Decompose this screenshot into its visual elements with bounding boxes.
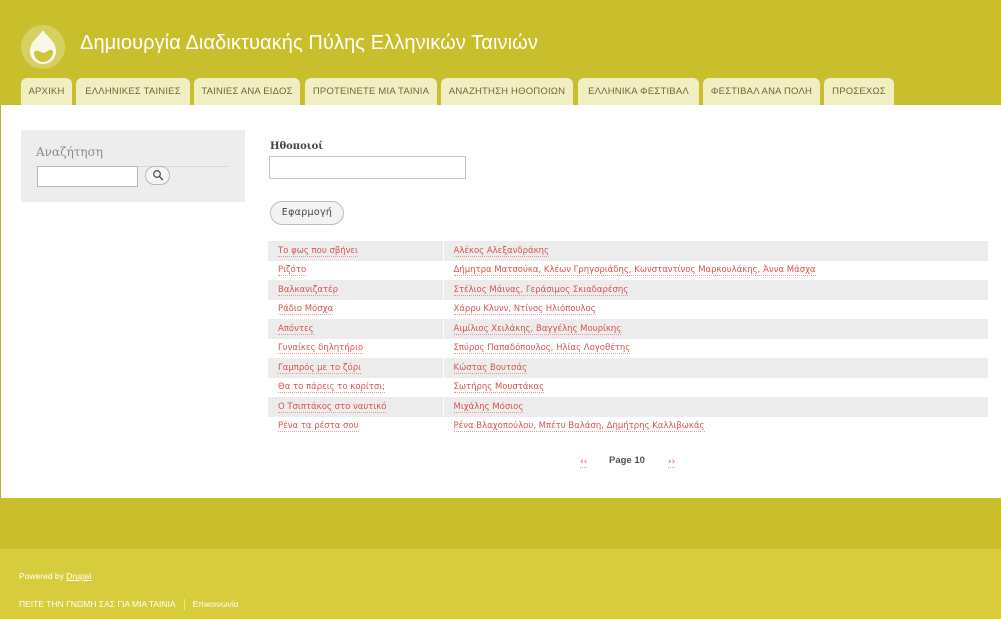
pager-next-link[interactable]: ›› <box>668 457 676 468</box>
pager-current-page: Page 10 <box>609 455 645 466</box>
movie-title-cell: Απόντες <box>268 319 443 339</box>
site-header: Δημιουργία Διαδικτυακής Πύλης Ελληνικών … <box>0 0 1001 105</box>
movie-title-link[interactable]: Ράδιο Μόσχα <box>278 304 334 316</box>
actors-link[interactable]: Στέλιος Μάινας, Γεράσιμος Σκιαδαρέσης <box>453 284 629 296</box>
search-icon <box>153 170 164 181</box>
footer-band <box>0 498 1001 549</box>
actors-filter-input[interactable] <box>269 156 466 179</box>
actors-cell: Αιμίλιος Χειλάκης, Βαγγέλης Μουρίκης <box>442 319 988 339</box>
movie-title-link[interactable]: Ο Τσιπτάκος στο ναυτικό <box>278 401 387 413</box>
footer-links: ΠΕΙΤΕ ΤΗΝ ΓΝΩΜΗ ΣΑΣ ΓΙΑ ΜΙΑ ΤΑΙΝΙΑ Επικοι… <box>19 599 239 611</box>
tab-home[interactable]: ΑΡΧΙΚΗ <box>21 78 72 105</box>
actors-cell: Χάρρυ Κλυνν, Ντίνος Ηλιόπουλος <box>442 299 988 319</box>
table-row: Θα το πάρεις το κορίτσι; Σωτήρης Μουστάκα… <box>268 377 988 397</box>
table-row: Απόντες Αιμίλιος Χειλάκης, Βαγγέλης Μουρί… <box>268 319 988 339</box>
actors-cell: Δήμητρα Ματσούκα, Κλέων Γρηγοριάδης, Κων… <box>442 260 988 280</box>
tab-greek-movies[interactable]: ΕΛΛΗΝΙΚΕΣ ΤΑΙΝΙΕΣ <box>76 78 190 105</box>
actors-cell: Αλέκος Αλεξανδράκης <box>442 241 988 261</box>
table-row: Ράδιο Μόσχα Χάρρυ Κλυνν, Ντίνος Ηλιόπουλο… <box>268 299 988 319</box>
powered-by: Powered by Drupal <box>19 571 91 581</box>
tab-festivals-by-city[interactable]: ΦΕΣΤΙΒΑΛ ΑΝΑ ΠΟΛΗ <box>703 78 820 105</box>
actors-cell: Μιχάλης Μόσιος <box>442 397 988 417</box>
actors-cell: Κώστας Βουτσάς <box>442 358 988 378</box>
tab-coming-soon[interactable]: ΠΡΟΣΕΧΩΣ <box>824 78 894 105</box>
drupal-drop-icon[interactable] <box>20 24 66 70</box>
movie-title-link[interactable]: Το φως που σβήνει <box>278 245 358 257</box>
results-table: Το φως που σβήνει Αλέκος Αλεξανδράκης Ριζό… <box>268 241 988 436</box>
table-row: Ο Τσιπτάκος στο ναυτικό Μιχάλης Μόσιος <box>268 397 988 417</box>
search-button[interactable] <box>145 166 170 185</box>
movie-title-link[interactable]: Θα το πάρεις το κορίτσι; <box>278 382 386 394</box>
movie-title-link[interactable]: Βαλκανιζατέρ <box>278 284 339 296</box>
tab-movies-by-genre[interactable]: ΤΑΙΝΙΕΣ ΑΝΑ ΕΙΔΟΣ <box>194 78 300 105</box>
table-row: Ρένα τα ρέστα σου Ρένα Βλαχοπούλου, Μπέτυ… <box>268 416 988 436</box>
actors-link[interactable]: Αιμίλιος Χειλάκης, Βαγγέλης Μουρίκης <box>453 323 622 335</box>
search-block: Αναζήτηση <box>21 130 245 202</box>
movie-title-cell: Ριζότο <box>268 260 443 280</box>
table-row: Γαμπρός με το ζόρι Κώστας Βουτσάς <box>268 358 988 378</box>
actors-link[interactable]: Κώστας Βουτσάς <box>453 362 528 374</box>
pager-previous-link[interactable]: ‹‹ <box>580 457 588 468</box>
actors-link[interactable]: Αλέκος Αλεξανδράκης <box>453 245 549 257</box>
table-row: Βαλκανιζατέρ Στέλιος Μάινας, Γεράσιμος Σκ… <box>268 280 988 300</box>
actors-cell: Σπύρος Παπαδόπουλος, Ηλίας Λογοθέτης <box>442 338 988 358</box>
actors-link[interactable]: Χάρρυ Κλυνν, Ντίνος Ηλιόπουλος <box>453 304 596 316</box>
actors-link[interactable]: Σωτήρης Μουστάκας <box>453 382 545 394</box>
powered-by-text: Powered by <box>19 571 67 581</box>
movie-title-link[interactable]: Απόντες <box>278 323 314 335</box>
movie-title-cell: Ρένα τα ρέστα σου <box>268 416 443 436</box>
movie-title-cell: Ράδιο Μόσχα <box>268 299 443 319</box>
movie-title-cell: Βαλκανιζατέρ <box>268 280 443 300</box>
movie-title-cell: Το φως που σβήνει <box>268 241 443 261</box>
apply-button[interactable]: Εφαρμογή <box>270 201 344 225</box>
movie-title-cell: Ο Τσιπτάκος στο ναυτικό <box>268 397 443 417</box>
search-block-title: Αναζήτηση <box>36 145 103 159</box>
site-footer: Powered by Drupal ΠΕΙΤΕ ΤΗΝ ΓΝΩΜΗ ΣΑΣ ΓΙ… <box>0 549 1001 619</box>
drupal-link[interactable]: Drupal <box>66 571 91 581</box>
table-row: Το φως που σβήνει Αλέκος Αλεξανδράκης <box>268 241 988 261</box>
table-row: Γυναίκες δηλητήριο Σπύρος Παπαδόπουλος, Η… <box>268 338 988 358</box>
movie-title-link[interactable]: Γαμπρός με το ζόρι <box>278 362 361 374</box>
actors-link[interactable]: Ρένα Βλαχοπούλου, Μπέτυ Βαλάση, Δημήτρης… <box>453 421 705 433</box>
actors-link[interactable]: Δήμητρα Ματσούκα, Κλέων Γρηγοριάδης, Κων… <box>453 265 816 277</box>
footer-divider <box>183 599 185 611</box>
movie-title-cell: Γυναίκες δηλητήριο <box>268 338 443 358</box>
movie-title-link[interactable]: Γυναίκες δηλητήριο <box>278 343 364 355</box>
actors-filter-label: Ηθοποιοί <box>270 141 324 152</box>
movie-title-cell: Γαμπρός με το ζόρι <box>268 358 443 378</box>
tab-actor-search[interactable]: ΑΝΑΖΗΤΗΣΗ ΗΘΟΠΟΙΩΝ <box>441 78 573 105</box>
actors-link[interactable]: Μιχάλης Μόσιος <box>453 401 524 413</box>
movie-title-link[interactable]: Ριζότο <box>278 265 307 277</box>
actors-link[interactable]: Σπύρος Παπαδόπουλος, Ηλίας Λογοθέτης <box>453 343 631 355</box>
footer-link-contact[interactable]: Επικοινωνία <box>193 599 239 609</box>
footer-link-feedback[interactable]: ΠΕΙΤΕ ΤΗΝ ΓΝΩΜΗ ΣΑΣ ΓΙΑ ΜΙΑ ΤΑΙΝΙΑ <box>19 599 176 609</box>
site-title[interactable]: Δημιουργία Διαδικτυακής Πύλης Ελληνικών … <box>80 32 538 55</box>
movie-title-cell: Θα το πάρεις το κορίτσι; <box>268 377 443 397</box>
movie-title-link[interactable]: Ρένα τα ρέστα σου <box>278 421 359 433</box>
actors-cell: Ρένα Βλαχοπούλου, Μπέτυ Βαλάση, Δημήτρης… <box>442 416 988 436</box>
tab-greek-festivals[interactable]: ΕΛΛΗΝΙΚΑ ΦΕΣΤΙΒΑΛ <box>578 78 699 105</box>
table-row: Ριζότο Δήμητρα Ματσούκα, Κλέων Γρηγοριάδη… <box>268 260 988 280</box>
search-input[interactable] <box>37 166 138 187</box>
actors-cell: Στέλιος Μάινας, Γεράσιμος Σκιαδαρέσης <box>442 280 988 300</box>
tab-suggest-movie[interactable]: ΠΡΟΤΕΙΝΕΤΕ ΜΙΑ ΤΑΙΝΙΑ <box>305 78 437 105</box>
actors-cell: Σωτήρης Μουστάκας <box>442 377 988 397</box>
